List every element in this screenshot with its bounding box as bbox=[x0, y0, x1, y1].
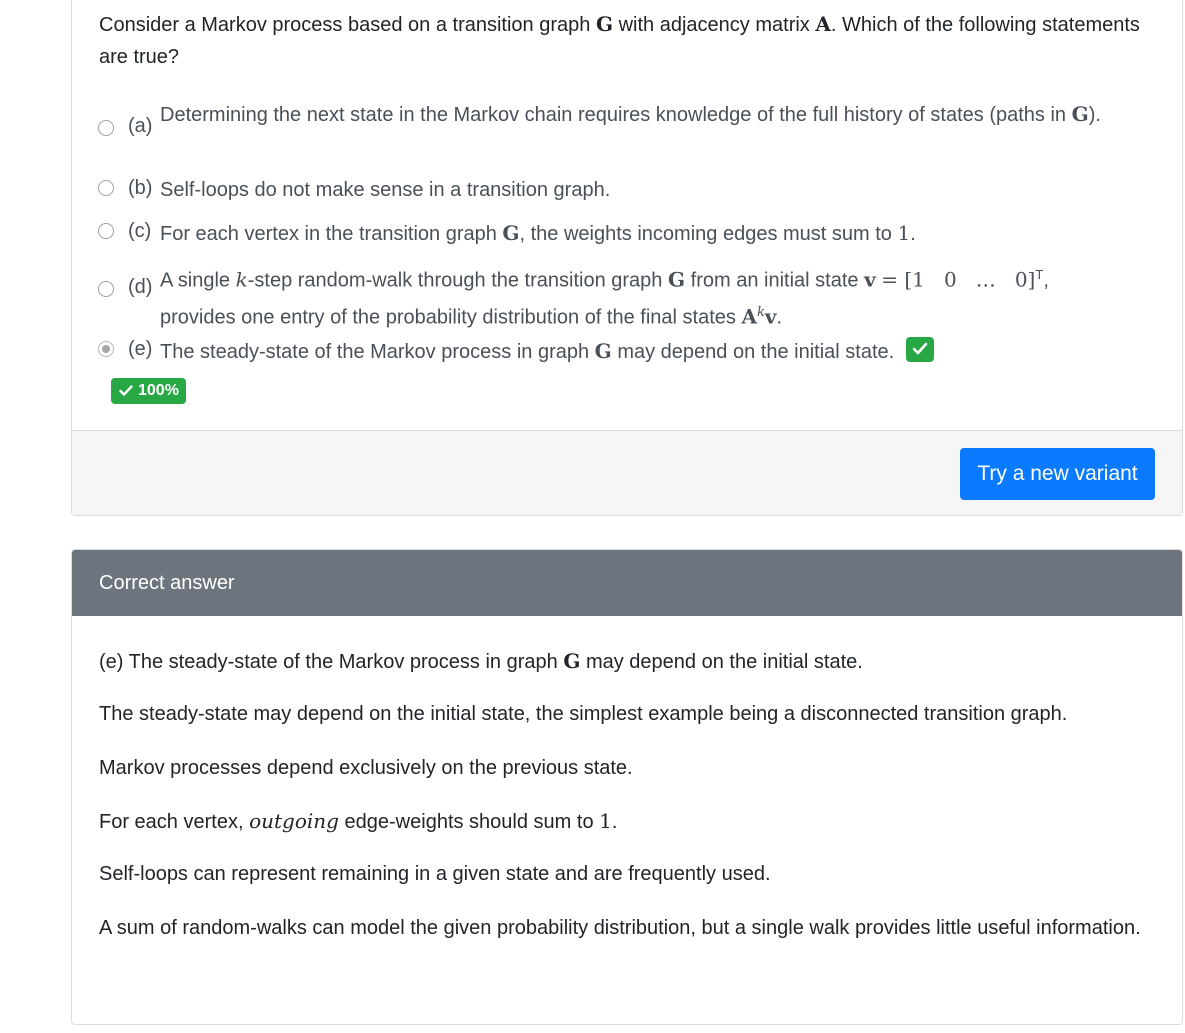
option-text-part: may depend on the initial state. bbox=[617, 341, 895, 363]
option-text-part: The steady-state of the Markov process i… bbox=[160, 341, 590, 363]
option-label: (c) bbox=[128, 220, 152, 242]
option-text-part: , the weights incoming edges must sum to bbox=[519, 223, 892, 245]
check-icon bbox=[905, 337, 934, 362]
option-text-part: from an initial state bbox=[690, 269, 859, 292]
math-superscript: k bbox=[756, 304, 765, 320]
answer-text-part: (e) The steady-state of the Markov proce… bbox=[99, 651, 558, 673]
radio-button[interactable] bbox=[98, 180, 114, 196]
correct-answer-text: (e) The steady-state of the Markov proce… bbox=[99, 645, 1152, 678]
option-text-line: provides one entry of the probability di… bbox=[160, 297, 1180, 334]
answer-text-part: may depend on the initial state. bbox=[585, 651, 863, 673]
option-text-part: , bbox=[1043, 269, 1049, 292]
try-new-variant-button[interactable]: Try a new variant bbox=[960, 448, 1155, 500]
score-value: 100% bbox=[138, 382, 179, 399]
option-a[interactable]: (a) Determining the next state in the Ma… bbox=[98, 98, 1172, 162]
question-text-part: with adjacency matrix bbox=[618, 14, 810, 36]
option-label: (e) bbox=[128, 338, 153, 360]
check-icon bbox=[119, 385, 133, 396]
math-number: 1 bbox=[599, 809, 612, 833]
math-number: 1 bbox=[897, 221, 911, 245]
explanation-text-part: . bbox=[611, 811, 618, 833]
option-d[interactable]: (d) A single k-step random-walk through … bbox=[98, 259, 1172, 328]
option-text-part: Determining the next state in the Markov… bbox=[160, 104, 1067, 126]
option-text-part: -step random-walk through the transition… bbox=[247, 269, 663, 292]
explanation-text-part: For each vertex, bbox=[99, 811, 244, 833]
option-label: (a) bbox=[128, 115, 153, 137]
option-text-line: A single k-step random-walk through the … bbox=[160, 259, 1180, 297]
explanation-paragraph: Markov processes depend exclusively on t… bbox=[99, 757, 633, 779]
option-text-part: ). bbox=[1088, 104, 1101, 126]
option-label: (b) bbox=[128, 177, 153, 199]
math-symbol: A bbox=[815, 12, 831, 36]
correct-answer-header: Correct answer bbox=[72, 550, 1182, 616]
math-symbol: G bbox=[502, 221, 520, 245]
score-badge: 100% bbox=[111, 378, 186, 404]
option-label: (d) bbox=[128, 276, 153, 298]
explanation-paragraph: For each vertex, outgoing edge-weights s… bbox=[99, 805, 1152, 838]
option-text-part: For each vertex in the transition graph bbox=[160, 223, 497, 245]
explanation-paragraph: A sum of random-walks can model the give… bbox=[99, 917, 1141, 939]
option-text: Determining the next state in the Markov… bbox=[160, 98, 1160, 131]
math-symbol: k bbox=[235, 267, 248, 292]
card-footer: Try a new variant bbox=[72, 430, 1182, 515]
question-card: Consider a Markov process based on a tra… bbox=[71, 0, 1183, 516]
radio-button-selected[interactable] bbox=[98, 341, 114, 357]
math-symbol: G bbox=[595, 12, 614, 36]
math-vector: = [1 0 … 0] bbox=[881, 267, 1036, 292]
header-title: Correct answer bbox=[99, 572, 235, 594]
option-e[interactable]: (e) The steady-state of the Markov proce… bbox=[98, 335, 1172, 367]
option-c[interactable]: (c) For each vertex in the transition gr… bbox=[98, 217, 1172, 249]
option-text: Self-loops do not make sense in a transi… bbox=[160, 179, 611, 201]
option-text: A single k-step random-walk through the … bbox=[160, 259, 1180, 333]
option-text: The steady-state of the Markov process i… bbox=[160, 335, 934, 368]
math-symbol: G bbox=[594, 339, 612, 363]
option-text-part: . bbox=[776, 306, 783, 329]
question-text: Consider a Markov process based on a tra… bbox=[99, 8, 1159, 73]
math-symbol: G bbox=[1071, 102, 1089, 126]
math-symbol: v bbox=[864, 267, 876, 292]
option-b[interactable]: (b) Self-loops do not make sense in a tr… bbox=[98, 174, 1172, 206]
math-symbol: v bbox=[764, 304, 777, 329]
correct-answer-card: Correct answer (e) The steady-state of t… bbox=[71, 549, 1183, 1025]
radio-button[interactable] bbox=[98, 223, 114, 239]
radio-button[interactable] bbox=[98, 120, 114, 136]
math-symbol: A bbox=[741, 304, 757, 329]
question-text-part: Consider a Markov process based on a tra… bbox=[99, 14, 591, 36]
explanation-paragraph: The steady-state may depend on the initi… bbox=[99, 703, 1068, 725]
explanation-text-part: edge-weights should sum to bbox=[344, 811, 594, 833]
math-symbol: G bbox=[563, 649, 581, 673]
option-text-part: provides one entry of the probability di… bbox=[160, 306, 736, 329]
explanation-paragraph: Self-loops can represent remaining in a … bbox=[99, 863, 771, 885]
option-text-part: . bbox=[910, 223, 916, 245]
option-text: For each vertex in the transition graph … bbox=[160, 217, 916, 250]
emphasis-text: outgoing bbox=[249, 809, 339, 833]
radio-button[interactable] bbox=[98, 281, 114, 297]
math-symbol: G bbox=[667, 267, 686, 292]
option-text-part: A single bbox=[160, 269, 231, 292]
